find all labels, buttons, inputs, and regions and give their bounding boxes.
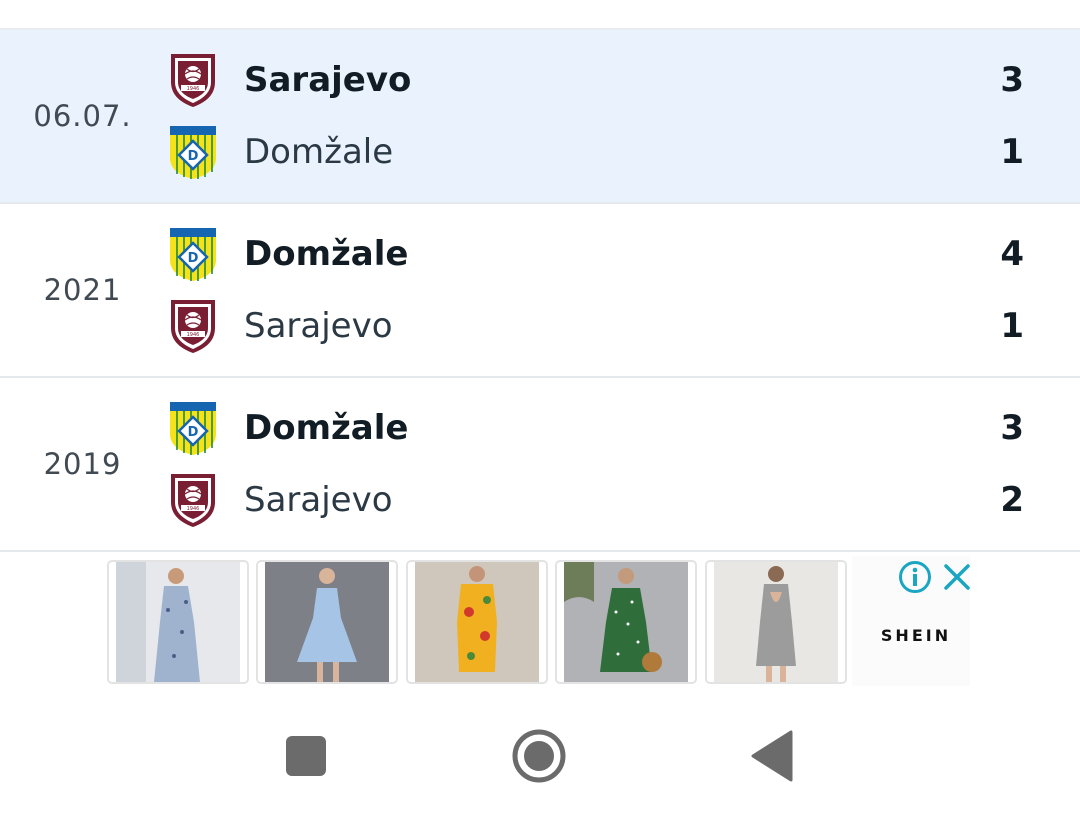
ad-product-yellow-floral-dress[interactable] <box>406 560 548 684</box>
domzale-crest-icon <box>168 226 218 282</box>
sarajevo-crest-icon <box>168 298 218 354</box>
home-team-name: Sarajevo <box>244 60 412 100</box>
domzale-crest-icon <box>168 124 218 180</box>
away-team-score: 1 <box>1000 132 1024 172</box>
home-team-name: Domžale <box>244 234 409 274</box>
away-team-score: 1 <box>1000 306 1024 346</box>
home-team-score: 3 <box>1000 408 1024 448</box>
home-team-score: 4 <box>1000 234 1024 274</box>
ad-product-light-blue-dress[interactable] <box>256 560 398 684</box>
match-row[interactable]: 06.07. Sarajevo 3 Domžale 1 <box>0 30 1080 204</box>
info-icon[interactable] <box>898 560 932 594</box>
match-date: 2019 <box>43 447 122 481</box>
head-to-head-list: 06.07. Sarajevo 3 Domžale 1 2021 Domžale… <box>0 30 1080 552</box>
ad-product-blue-floral-dress[interactable] <box>107 560 249 684</box>
domzale-crest-icon <box>168 400 218 456</box>
home-circle-icon[interactable] <box>499 718 579 794</box>
home-team-line: Sarajevo 3 <box>168 44 1080 116</box>
ad-brand-name[interactable]: SHEIN <box>862 626 970 645</box>
match-row[interactable]: 2019 Domžale 3 Sarajevo 2 <box>0 378 1080 552</box>
away-team-score: 2 <box>1000 480 1024 520</box>
sarajevo-crest-icon <box>168 52 218 108</box>
top-strip <box>0 0 1080 30</box>
ad-product-green-polka-dot-dress[interactable] <box>555 560 697 684</box>
ad-product-grey-sequin-dress[interactable] <box>705 560 847 684</box>
close-icon[interactable] <box>940 560 974 594</box>
sarajevo-crest-icon <box>168 472 218 528</box>
away-team-name: Sarajevo <box>244 306 393 346</box>
back-triangle-icon[interactable] <box>731 718 811 794</box>
home-team-score: 3 <box>1000 60 1024 100</box>
home-team-name: Domžale <box>244 408 409 448</box>
recents-square-icon[interactable] <box>266 718 346 794</box>
away-team-line: Domžale 1 <box>168 116 1080 188</box>
match-date: 06.07. <box>33 99 132 133</box>
away-team-name: Domžale <box>244 132 394 172</box>
home-team-line: Domžale 3 <box>168 392 1080 464</box>
match-date: 2021 <box>43 273 122 307</box>
away-team-line: Sarajevo 2 <box>168 464 1080 536</box>
match-row[interactable]: 2021 Domžale 4 Sarajevo 1 <box>0 204 1080 378</box>
away-team-name: Sarajevo <box>244 480 393 520</box>
home-team-line: Domžale 4 <box>168 218 1080 290</box>
system-navigation-bar <box>0 690 1080 820</box>
away-team-line: Sarajevo 1 <box>168 290 1080 362</box>
